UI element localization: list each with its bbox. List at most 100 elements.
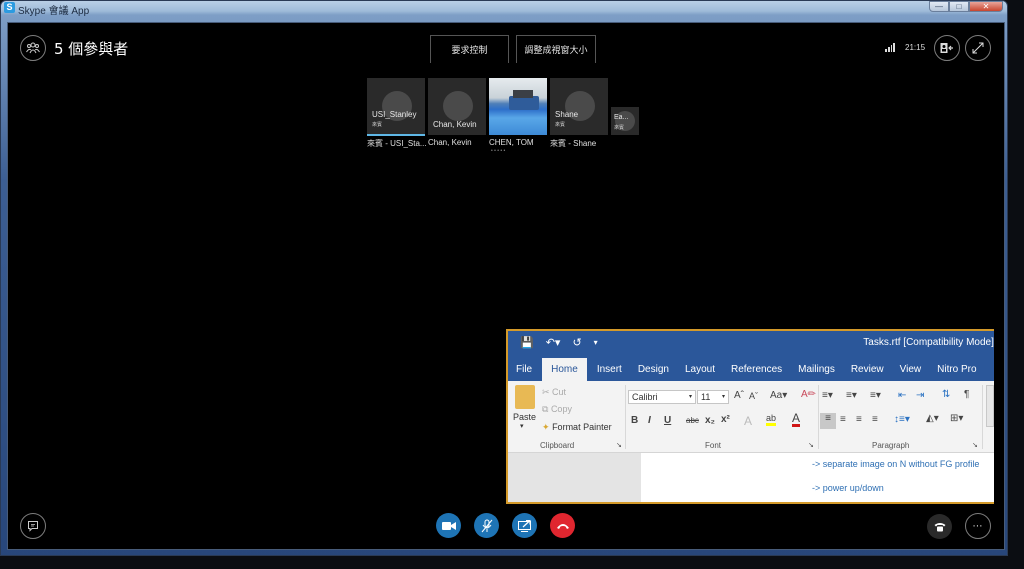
save-icon[interactable]: 💾	[520, 336, 534, 349]
bold-button[interactable]: B	[631, 415, 638, 426]
group-divider	[625, 385, 626, 449]
dialog-launcher-icon[interactable]: ↘	[616, 441, 622, 449]
minimize-button[interactable]: —	[929, 1, 949, 12]
customize-qat-icon[interactable]: ▾	[594, 338, 598, 347]
word-title-bar: 💾 ↶▾ ↺ ▾ Tasks.rtf [Compatibility Mode] …	[508, 331, 994, 381]
tab-layout[interactable]: Layout	[677, 358, 723, 381]
tab-mailings[interactable]: Mailings	[790, 358, 843, 381]
font-size-select[interactable]: 11 ▾	[697, 390, 729, 404]
participant-status-dots: • • • • •	[491, 148, 506, 154]
presenter-view-button[interactable]	[934, 35, 960, 61]
sort-icon[interactable]: ⇅	[942, 389, 950, 400]
clock: 21:15	[905, 43, 926, 52]
more-options-icon: ⋯	[972, 520, 984, 532]
align-center-button[interactable]: ≡	[840, 414, 846, 425]
participant-tile-role: 來賓	[555, 122, 566, 128]
tab-insert[interactable]: Insert	[589, 358, 630, 381]
increase-indent-icon[interactable]: ⇥	[916, 390, 924, 401]
participant-tile-name: USI_Stanley	[372, 110, 417, 119]
participant-tile-role: 來賓	[614, 125, 625, 131]
people-icon	[26, 42, 40, 54]
copy-label: Copy	[550, 404, 572, 414]
align-left-button[interactable]: ≡	[820, 413, 836, 429]
presenter-view-icon	[940, 43, 953, 53]
participant-video-tile[interactable]	[489, 78, 547, 135]
dialpad-button[interactable]	[927, 514, 952, 539]
meeting-stage: 5 個參與者 要求控制 調整成視窗大小 21:15 USI_Stanley 來賓…	[7, 22, 1005, 550]
maximize-button[interactable]: □	[949, 1, 969, 12]
document-text-line: -> power up/down	[812, 483, 884, 493]
group-divider	[818, 385, 819, 449]
grow-font-icon[interactable]: Aˆ	[734, 390, 744, 401]
text-effects-icon[interactable]: A	[744, 414, 752, 428]
request-control-button[interactable]: 要求控制	[430, 35, 509, 63]
font-color-icon[interactable]: A	[792, 412, 801, 427]
tab-view[interactable]: View	[892, 358, 930, 381]
ribbon-tabs: File Home Insert Design Layout Reference…	[508, 358, 985, 381]
highlight-color-icon[interactable]: ab	[766, 413, 777, 426]
justify-button[interactable]: ≡	[872, 414, 878, 425]
more-options-button[interactable]: ⋯	[965, 513, 991, 539]
tab-nitro-pro[interactable]: Nitro Pro	[929, 358, 984, 381]
bullets-icon[interactable]: ≡▾	[822, 390, 833, 401]
participant-tile[interactable]: Ea... 來賓	[611, 107, 639, 135]
close-button[interactable]: ✕	[969, 1, 1003, 12]
shrink-font-icon[interactable]: Aˇ	[749, 391, 758, 401]
shading-icon[interactable]: ◭▾	[926, 413, 939, 424]
hang-up-button[interactable]	[550, 513, 575, 538]
line-spacing-icon[interactable]: ↕≡▾	[894, 414, 910, 425]
decrease-indent-icon[interactable]: ⇤	[898, 390, 906, 401]
tab-home[interactable]: Home	[542, 358, 587, 381]
fullscreen-button[interactable]	[965, 35, 991, 61]
phone-icon	[934, 522, 945, 531]
clear-formatting-icon[interactable]: A✏	[801, 389, 816, 400]
redo-icon[interactable]: ↺	[572, 336, 581, 349]
video-feed-object	[509, 96, 539, 110]
align-right-button[interactable]: ≡	[856, 414, 862, 425]
chat-button[interactable]	[20, 513, 46, 539]
underline-button[interactable]: U	[664, 415, 671, 426]
video-button[interactable]	[436, 513, 461, 538]
paste-dropdown-icon[interactable]: ▾	[520, 422, 524, 430]
dialog-launcher-icon[interactable]: ↘	[808, 441, 814, 449]
undo-icon[interactable]: ↶▾	[546, 336, 561, 349]
borders-icon[interactable]: ⊞▾	[950, 413, 963, 424]
participants-button[interactable]	[20, 35, 46, 61]
tab-file[interactable]: File	[508, 358, 540, 381]
paste-button[interactable]: Paste	[513, 412, 536, 422]
participant-caption: Chan, Kevin	[428, 138, 472, 147]
superscript-button[interactable]: x²	[721, 414, 730, 425]
copy-button[interactable]: ⧉ Copy	[542, 404, 572, 415]
font-name-select[interactable]: Calibri ▾	[628, 390, 696, 404]
change-case-icon[interactable]: Aa▾	[770, 390, 787, 401]
styles-gallery-edge[interactable]	[986, 385, 994, 427]
title-bar: S Skype 會議 App — □ ✕	[1, 1, 1007, 17]
mute-button[interactable]	[474, 513, 499, 538]
active-speaker-indicator	[367, 134, 425, 136]
dialog-launcher-icon[interactable]: ↘	[972, 441, 978, 449]
skype-logo-icon: S	[4, 2, 15, 13]
format-painter-label: Format Painter	[552, 422, 612, 432]
tab-references[interactable]: References	[723, 358, 790, 381]
format-painter-button[interactable]: ✦ Format Painter	[542, 422, 612, 433]
paste-icon[interactable]	[515, 385, 535, 409]
brush-icon: ✦	[542, 422, 550, 432]
share-screen-button[interactable]	[512, 513, 537, 538]
participant-tile[interactable]: Chan, Kevin	[428, 78, 486, 135]
window-title: Skype 會議 App	[18, 6, 90, 17]
participant-tile[interactable]: Shane 來賓	[550, 78, 608, 135]
cut-button[interactable]: ✂ Cut	[542, 387, 566, 398]
numbering-icon[interactable]: ≡▾	[846, 390, 857, 401]
participant-tile[interactable]: USI_Stanley 來賓	[367, 78, 425, 135]
fit-to-window-button[interactable]: 調整成視窗大小	[516, 35, 596, 63]
tab-design[interactable]: Design	[630, 358, 677, 381]
show-paragraph-marks-icon[interactable]: ¶	[964, 389, 969, 400]
document-margin	[508, 453, 641, 502]
strikethrough-button[interactable]: abc	[686, 416, 699, 425]
multilevel-list-icon[interactable]: ≡▾	[870, 390, 881, 401]
italic-button[interactable]: I	[648, 415, 651, 426]
microphone-muted-icon	[481, 519, 492, 532]
shared-screen-content: 💾 ↶▾ ↺ ▾ Tasks.rtf [Compatibility Mode] …	[506, 329, 994, 504]
tab-review[interactable]: Review	[843, 358, 892, 381]
subscript-button[interactable]: x₂	[705, 415, 715, 426]
